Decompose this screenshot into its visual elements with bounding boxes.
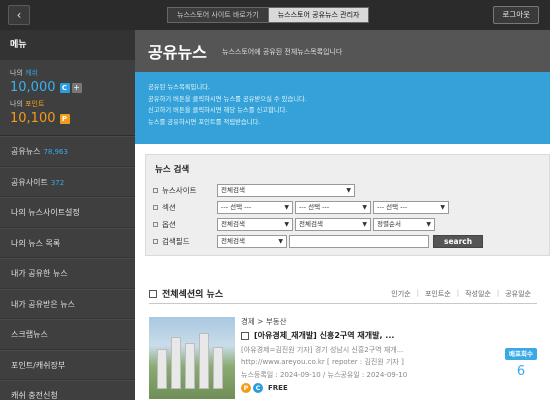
bullet-icon: [153, 204, 158, 210]
menu-title: 메뉴: [0, 30, 135, 60]
site-select[interactable]: 전체검색 ▼: [217, 183, 355, 197]
add-cash-button[interactable]: +: [71, 82, 82, 93]
news-badges: P C FREE: [241, 383, 288, 393]
cash-icon: C: [59, 82, 70, 93]
sort-point-link[interactable]: 포인트순: [419, 289, 457, 299]
back-button[interactable]: ‹: [8, 5, 30, 25]
sidebar-item-scrap-news[interactable]: 스크랩뉴스: [0, 319, 135, 350]
sidebar-item-news-i-shared[interactable]: 내가 공유한 뉴스: [0, 258, 135, 289]
sidebar-item-shared-news[interactable]: 공유뉴스 78,963: [0, 136, 135, 167]
price-label: FREE: [268, 384, 288, 392]
chevron-down-icon: ▼: [346, 186, 351, 194]
sidebar-item-point-cash-ledger[interactable]: 포인트/캐쉬장부: [0, 349, 135, 380]
cash-icon: C: [253, 383, 263, 393]
point-value: 10,100: [10, 111, 56, 126]
cash-row: 10,000 C +: [10, 80, 125, 95]
search-button[interactable]: search: [433, 234, 484, 248]
chevron-down-icon: ▼: [362, 203, 367, 211]
page-subtitle: 뉴스스토어에 공유된 전체뉴스목록입니다: [222, 48, 343, 56]
cash-label: 나의 캐쉬: [10, 69, 38, 77]
sort-links: 인기순 | 포인트순 | 작성일순 | 공유일순: [385, 289, 537, 299]
sort-shared-date-link[interactable]: 공유일순: [499, 289, 537, 299]
point-row: 10,100 P: [10, 111, 125, 126]
info-line: 공유하기 버튼을 클릭하시면 뉴스를 공유받으실 수 있습니다.: [148, 95, 307, 103]
shared-sites-count: 372: [50, 178, 65, 187]
section-row: 섹션 --- 선택 --- ▼ --- 선택 --- ▼ --- 선택 --- ▼: [153, 200, 451, 214]
search-area: 뉴스 검색 뉴스사이트 전체검색 ▼ 섹션 --- 선택 --- ▼ --- 선택 …: [135, 144, 550, 262]
tab-site-shortcut[interactable]: 뉴스스토어 사이트 바로가기: [168, 8, 268, 22]
section-select-1[interactable]: --- 선택 --- ▼: [217, 200, 293, 214]
sort-order-select[interactable]: 정렬순서 ▼: [373, 217, 435, 231]
search-title: 뉴스 검색: [155, 165, 190, 175]
select-all-checkbox[interactable]: [149, 289, 157, 298]
news-thumbnail[interactable]: [149, 317, 235, 399]
chevron-down-icon: ▼: [284, 203, 289, 211]
option-select-1[interactable]: 전체검색 ▼: [217, 217, 293, 231]
bullet-icon: [153, 187, 158, 193]
bullet-icon: [153, 238, 158, 244]
sidebar: 메뉴 나의 캐쉬 10,000 C + 나의 포인트 10,100 P 공유뉴스…: [0, 30, 135, 400]
news-checkbox[interactable]: [241, 331, 249, 340]
option-select-2[interactable]: 전체검색 ▼: [295, 217, 371, 231]
chevron-down-icon: ▼: [362, 220, 367, 228]
section-select-2[interactable]: --- 선택 --- ▼: [295, 200, 371, 214]
top-tabs: 뉴스스토어 사이트 바로가기 뉴스스토어 공유뉴스 관리자: [167, 7, 370, 23]
sidebar-item-shared-sites[interactable]: 공유사이트 372: [0, 166, 135, 197]
option-label: 옵션: [162, 219, 176, 229]
list-item: 경제 > 부동산 [아유경제_재개발] 신흥2구역 재개발, ... [아유경제…: [149, 312, 537, 400]
info-box: 공유된 뉴스목록입니다. 공유하기 버튼을 클릭하시면 뉴스를 공유받으실 수 …: [135, 72, 550, 144]
info-line: 뉴스를 공유하시면 포인트를 적립받습니다.: [148, 118, 261, 126]
list-header: 전체섹션의 뉴스 인기순 | 포인트순 | 작성일순 | 공유일순: [149, 286, 537, 304]
cash-value: 10,000: [10, 80, 56, 95]
top-bar: ‹ 뉴스스토어 사이트 바로가기 뉴스스토어 공유뉴스 관리자 로그아웃: [0, 0, 550, 30]
point-label: 나의 포인트: [10, 100, 45, 108]
news-title[interactable]: [아유경제_재개발] 신흥2구역 재개발, ...: [241, 330, 394, 341]
sidebar-item-my-news-list[interactable]: 나의 뉴스 목록: [0, 227, 135, 258]
info-line: 신고하기 버튼을 클릭하시면 해당 뉴스를 신고합니다.: [148, 107, 288, 114]
share-count-label: 배포회수: [505, 348, 537, 360]
section-select-3[interactable]: --- 선택 --- ▼: [373, 200, 449, 214]
sidebar-item-my-site-settings[interactable]: 나의 뉴스사이트설정: [0, 197, 135, 228]
info-line: 공유된 뉴스목록입니다.: [148, 84, 210, 91]
search-panel: 뉴스 검색 뉴스사이트 전체검색 ▼ 섹션 --- 선택 --- ▼ --- 선택 …: [145, 154, 550, 256]
bullet-icon: [153, 221, 158, 227]
list-title: 전체섹션의 뉴스: [149, 287, 223, 300]
account-summary: 나의 캐쉬 10,000 C + 나의 포인트 10,100 P: [0, 60, 135, 136]
shared-news-count: 78,963: [43, 148, 68, 156]
page-header: 공유뉴스 뉴스스토어에 공유된 전체뉴스목록입니다: [135, 30, 550, 72]
section-label: 섹션: [162, 202, 176, 212]
field-select[interactable]: 전체검색 ▼: [217, 234, 287, 248]
news-dates: 뉴스등록일 : 2024-09-10 / 뉴스공유일 : 2024-09-10: [241, 371, 408, 379]
field-row: 검색필드 전체검색 ▼ search: [153, 234, 484, 248]
site-row: 뉴스사이트 전체검색 ▼: [153, 183, 357, 197]
option-row: 옵션 전체검색 ▼ 전체검색 ▼ 정렬순서 ▼: [153, 217, 437, 231]
share-count-value: 6: [516, 364, 526, 379]
chevron-down-icon: ▼: [278, 237, 283, 245]
chevron-down-icon: ▼: [284, 220, 289, 228]
logout-button[interactable]: 로그아웃: [493, 6, 539, 24]
field-label: 검색필드: [162, 236, 190, 246]
search-input[interactable]: [289, 234, 429, 248]
site-label: 뉴스사이트: [162, 185, 197, 195]
tab-share-admin[interactable]: 뉴스스토어 공유뉴스 관리자: [267, 8, 369, 22]
news-category: 경제 > 부동산: [241, 317, 287, 326]
point-icon: P: [241, 383, 251, 393]
chevron-down-icon: ▼: [426, 220, 431, 228]
point-icon: P: [59, 113, 70, 124]
chevron-down-icon: ▼: [440, 203, 445, 211]
sort-written-date-link[interactable]: 작성일순: [459, 289, 497, 299]
page-title: 공유뉴스: [148, 43, 207, 62]
chevron-left-icon: ‹: [16, 8, 22, 22]
sidebar-item-news-shared-to-me[interactable]: 내가 공유받은 뉴스: [0, 288, 135, 319]
news-list: 전체섹션의 뉴스 인기순 | 포인트순 | 작성일순 | 공유일순 경제 > 부동산 …: [135, 262, 550, 400]
news-url: http://www.areyou.co.kr [ repoter : 김진원 …: [241, 358, 404, 366]
sidebar-item-cash-charge[interactable]: 캐쉬 충전신청: [0, 380, 135, 400]
news-description: [아유경제=김진원 기자] 경기 성남시 신흥2구역 재개...: [241, 346, 404, 354]
sort-popular-link[interactable]: 인기순: [385, 289, 416, 299]
share-count-box: 배포회수 6: [505, 348, 537, 379]
